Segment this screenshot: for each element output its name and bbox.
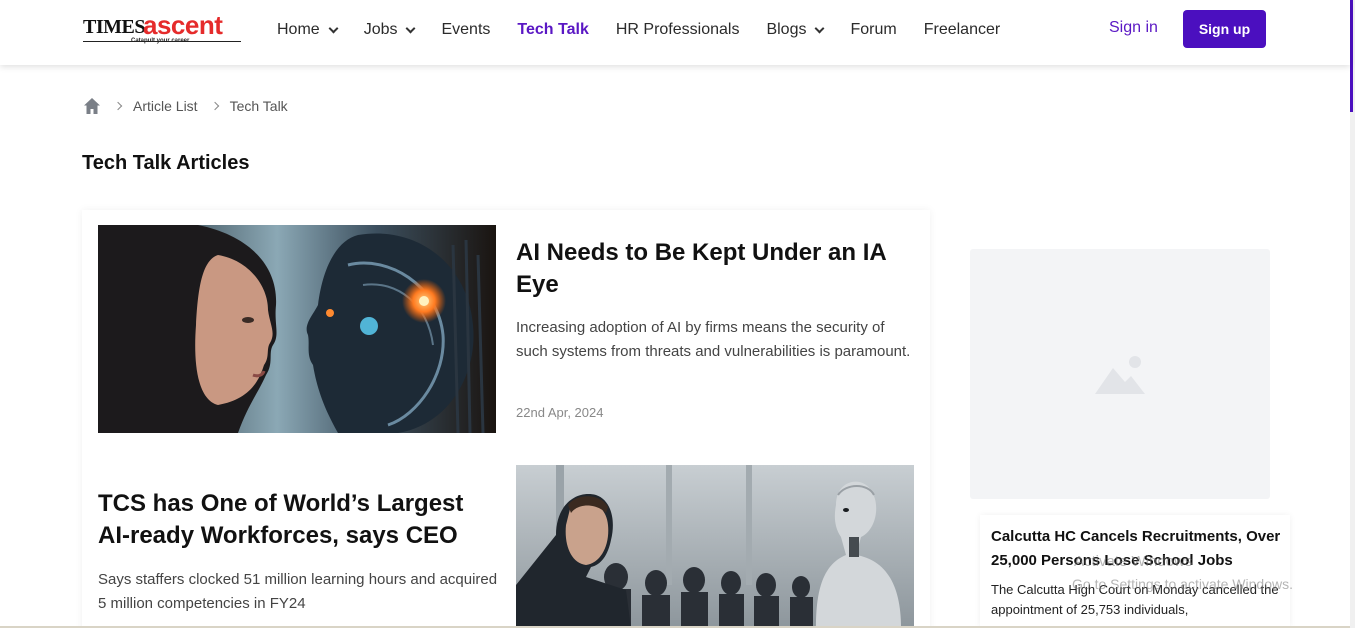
chevron-down-icon	[815, 23, 825, 33]
sign-up-button[interactable]: Sign up	[1183, 10, 1266, 48]
logo-times-text: TIMES	[83, 16, 145, 38]
robot-meeting-illustration	[516, 465, 914, 628]
page-title: Tech Talk Articles	[82, 152, 250, 174]
article-title[interactable]: AI Needs to Be Kept Under an IA Eye	[516, 237, 906, 301]
logo-ascent-text: ascent	[143, 10, 223, 40]
main-nav: Home Jobs Events Tech Talk HR Profession…	[277, 18, 1027, 42]
nav-label: Jobs	[363, 21, 398, 38]
watermark-line-2: Go to Settings to activate Windows.	[1072, 576, 1293, 592]
times-ascent-logo[interactable]: TIMES ascent Catapult your career	[83, 10, 243, 46]
home-icon[interactable]	[83, 97, 101, 115]
nav-label: Events	[441, 21, 491, 38]
nav-item-events[interactable]: Events	[441, 21, 490, 39]
chevron-down-icon	[328, 23, 339, 33]
sign-in-link[interactable]: Sign in	[1109, 19, 1158, 37]
nav-item-forum[interactable]: Forum	[850, 21, 896, 39]
nav-item-home[interactable]: Home	[277, 21, 339, 39]
nav-label: Forum	[850, 21, 897, 38]
article-title[interactable]: TCS has One of World’s Largest AI-ready …	[98, 488, 498, 552]
nav-item-jobs[interactable]: Jobs	[363, 21, 416, 39]
nav-item-hr-professionals[interactable]: HR Professionals	[616, 21, 740, 39]
nav-item-blogs[interactable]: Blogs	[766, 21, 825, 39]
nav-item-freelancer[interactable]: Freelancer	[924, 21, 1000, 39]
scrollbar-thumb[interactable]	[1350, 0, 1353, 112]
image-placeholder-icon	[1095, 356, 1145, 394]
article-description: Says staffers clocked 51 million learnin…	[98, 571, 498, 612]
nav-label: HR Professionals	[615, 21, 740, 38]
breadcrumb-article-list[interactable]: Article List	[133, 98, 198, 114]
windows-activation-watermark: Activate Windows Go to Settings to activ…	[1072, 551, 1293, 595]
article-image-ai-face[interactable]	[98, 225, 496, 433]
nav-label: Tech Talk	[517, 21, 589, 38]
article-date: 22nd Apr, 2024	[516, 405, 604, 420]
nav-item-tech-talk[interactable]: Tech Talk	[517, 21, 588, 39]
breadcrumb-tech-talk[interactable]: Tech Talk	[230, 98, 288, 114]
chevron-right-icon	[113, 101, 123, 111]
article-image-robot-meeting[interactable]	[516, 465, 914, 628]
article-description: Increasing adoption of AI by firms means…	[516, 319, 911, 360]
nav-label: Freelancer	[923, 21, 1001, 38]
chevron-right-icon	[210, 101, 219, 111]
breadcrumb: Article List Tech Talk	[83, 97, 302, 115]
site-header: TIMES ascent Catapult your career Home J…	[0, 0, 1350, 65]
chevron-down-icon	[406, 23, 416, 33]
logo-tagline: Catapult your career	[131, 38, 190, 44]
ai-face-illustration	[98, 225, 496, 433]
nav-label: Blogs	[766, 21, 807, 38]
watermark-line-1: Activate Windows	[1074, 553, 1193, 570]
nav-label: Home	[277, 21, 320, 38]
